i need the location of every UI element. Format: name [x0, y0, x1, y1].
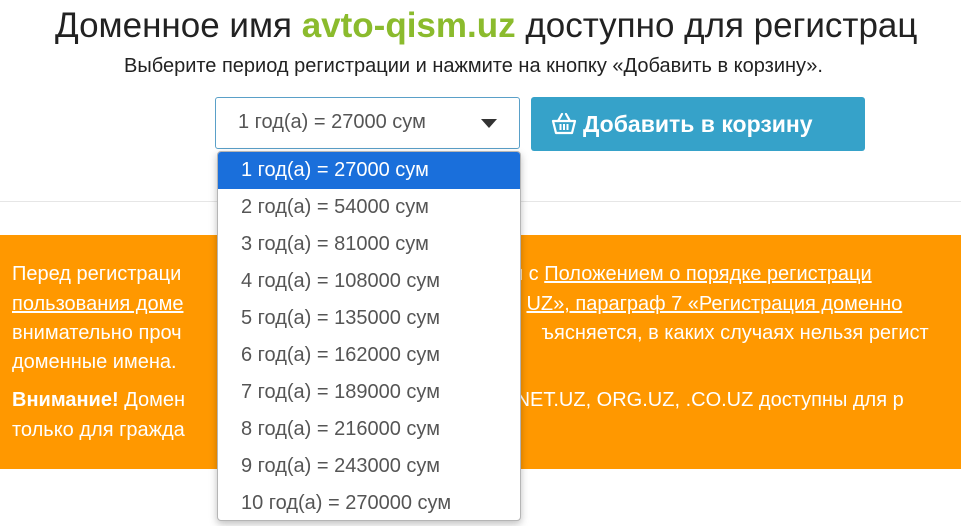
period-option[interactable]: 5 год(а) = 135000 сум [218, 300, 520, 337]
period-option[interactable]: 9 год(а) = 243000 сум [218, 448, 520, 485]
add-to-cart-label: Добавить в корзину [583, 110, 813, 137]
period-option[interactable]: 7 год(а) = 189000 сум [218, 374, 520, 411]
notice-text: .NET.UZ, ORG.UZ, .CO.UZ доступны для р [510, 389, 904, 411]
period-select-value: 1 год(а) = 27000 сум [238, 111, 426, 133]
attention-label: Внимание! [12, 389, 119, 411]
period-option[interactable]: 8 год(а) = 216000 сум [218, 411, 520, 448]
notice-text: внимательно проч [12, 322, 182, 344]
period-option[interactable]: 1 год(а) = 27000 сум [218, 152, 520, 189]
notice-text: ъясняется, в каких случаях нельзя регист [541, 322, 929, 344]
period-dropdown-list[interactable]: 1 год(а) = 27000 сум 2 год(а) = 54000 су… [217, 151, 521, 521]
regulation-link[interactable]: Положением о порядке регистраци [544, 263, 871, 285]
page-title: Доменное имя avto-qism.uz доступно для р… [55, 4, 917, 48]
domain-name: avto-qism.uz [301, 6, 516, 45]
regulation-link-cont[interactable]: пользования доме [12, 293, 183, 315]
instruction-text: Выберите период регистрации и нажмите на… [124, 55, 823, 77]
title-suffix: доступно для регистрац [525, 6, 918, 45]
paragraph-7-link[interactable]: UZ», параграф 7 «Регистрация доменно [526, 293, 902, 315]
basket-icon [551, 113, 577, 135]
period-option[interactable]: 2 год(а) = 54000 сум [218, 189, 520, 226]
period-option[interactable]: 10 год(а) = 270000 сум [218, 485, 520, 520]
period-option[interactable]: 4 год(а) = 108000 сум [218, 263, 520, 300]
period-select[interactable]: 1 год(а) = 27000 сум [215, 97, 520, 149]
notice-line-6: только для гражда [12, 419, 185, 441]
caret-down-icon [481, 119, 497, 128]
period-option[interactable]: 3 год(а) = 81000 сум [218, 226, 520, 263]
notice-text: Перед регистраци [12, 263, 182, 285]
add-to-cart-button[interactable]: Добавить в корзину [531, 97, 865, 151]
period-option[interactable]: 6 год(а) = 162000 сум [218, 337, 520, 374]
notice-text: Домен [124, 389, 186, 411]
title-prefix: Доменное имя [55, 6, 292, 45]
notice-line-4: доменные имена. [12, 351, 177, 373]
